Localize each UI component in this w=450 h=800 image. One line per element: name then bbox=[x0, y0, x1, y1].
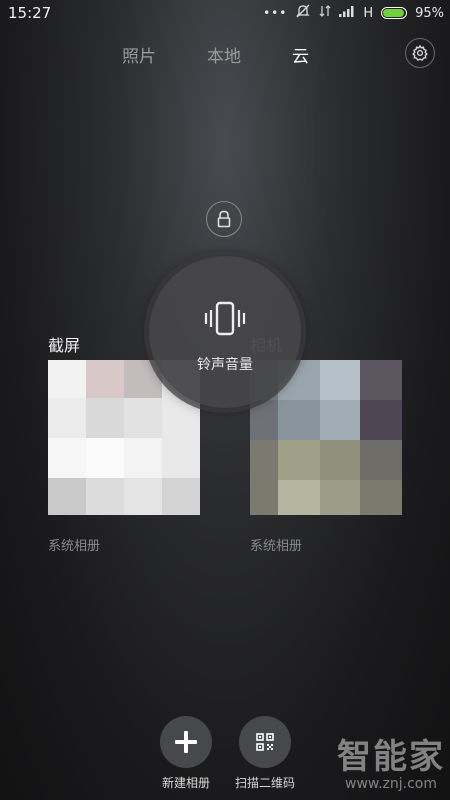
thumb-tile bbox=[86, 438, 124, 478]
phone-vibrate-icon bbox=[204, 301, 246, 336]
thumb-tile bbox=[250, 400, 278, 440]
thumb-tile bbox=[360, 360, 402, 400]
battery-icon bbox=[381, 7, 408, 19]
notification-dots-icon: ••• bbox=[263, 6, 288, 20]
watermark: 智能家 www.znj.com bbox=[336, 738, 446, 792]
thumb-tile bbox=[124, 398, 162, 438]
battery-percent: 95% bbox=[415, 5, 444, 21]
thumb-tile bbox=[278, 440, 320, 480]
thumb-tile bbox=[278, 480, 320, 515]
thumb-tile bbox=[86, 478, 124, 515]
settings-button[interactable] bbox=[405, 38, 435, 68]
cellular-signal-icon bbox=[339, 5, 355, 21]
thumb-tile bbox=[320, 360, 360, 400]
new-album-button[interactable]: 新建相册 bbox=[148, 716, 224, 791]
volume-label: 铃声音量 bbox=[197, 357, 253, 373]
album-subtitle: 系统相册 bbox=[48, 539, 101, 554]
thumb-tile bbox=[124, 478, 162, 515]
tab-cloud[interactable]: 云 bbox=[292, 42, 309, 67]
ringtone-volume-overlay: 铃声音量 bbox=[149, 256, 301, 408]
watermark-logo: 智能家 bbox=[337, 737, 445, 777]
thumb-tile bbox=[124, 438, 162, 478]
lock-icon bbox=[217, 210, 231, 228]
thumb-tile bbox=[360, 440, 402, 480]
thumb-tile bbox=[48, 478, 86, 515]
thumb-tile bbox=[278, 400, 320, 440]
signal-icon bbox=[319, 4, 331, 22]
thumb-tile bbox=[320, 480, 360, 515]
battery-fill bbox=[383, 9, 404, 17]
thumb-tile bbox=[250, 440, 278, 480]
watermark-url: www.znj.com bbox=[345, 776, 437, 792]
album-subtitle: 系统相册 bbox=[250, 539, 303, 554]
new-album-circle[interactable] bbox=[160, 716, 212, 768]
thumb-tile bbox=[320, 440, 360, 480]
thumb-tile bbox=[320, 400, 360, 440]
nav-tabs: 照片 本地 云 bbox=[0, 42, 450, 68]
qr-code-icon bbox=[256, 733, 274, 751]
mute-icon bbox=[295, 3, 311, 23]
scan-qr-circle[interactable] bbox=[239, 716, 291, 768]
lock-button[interactable] bbox=[206, 201, 242, 237]
tab-photos[interactable]: 照片 bbox=[122, 42, 156, 67]
status-bar: 15:27 ••• H 95% bbox=[0, 0, 450, 26]
status-time: 15:27 bbox=[8, 4, 52, 22]
plus-icon bbox=[175, 731, 197, 753]
thumb-tile bbox=[86, 360, 124, 398]
thumb-tile bbox=[48, 438, 86, 478]
new-album-label: 新建相册 bbox=[161, 776, 210, 790]
thumb-tile bbox=[86, 398, 124, 438]
gear-icon bbox=[412, 44, 428, 61]
thumb-tile bbox=[48, 398, 86, 438]
thumb-tile bbox=[48, 360, 86, 398]
network-type: H bbox=[363, 5, 374, 21]
scan-qr-button[interactable]: 扫描二维码 bbox=[226, 716, 304, 791]
status-icons: ••• H 95% bbox=[263, 4, 444, 22]
thumb-tile bbox=[162, 478, 200, 515]
scan-qr-label: 扫描二维码 bbox=[234, 776, 295, 790]
tab-local[interactable]: 本地 bbox=[207, 42, 241, 67]
thumb-tile bbox=[360, 400, 402, 440]
